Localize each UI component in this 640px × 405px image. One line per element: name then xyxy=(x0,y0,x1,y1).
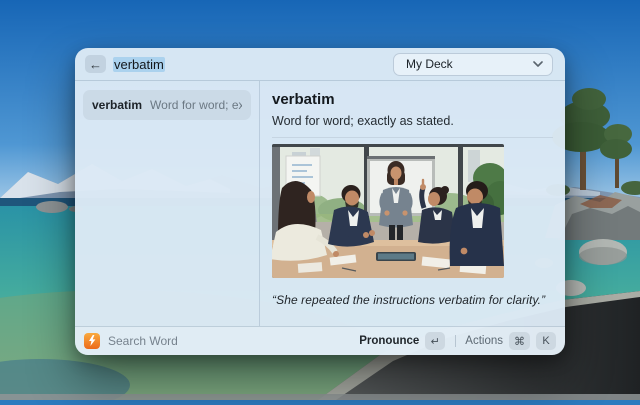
app-window: ← verbatim My Deck verbatim Word for wor… xyxy=(75,48,565,355)
search-input[interactable]: verbatim xyxy=(113,57,393,72)
illustration-photo xyxy=(272,144,504,278)
k-key: K xyxy=(536,332,556,350)
pronounce-label: Pronounce xyxy=(359,335,419,347)
command-key-icon: ⌘ xyxy=(509,332,530,350)
deck-dropdown-label: My Deck xyxy=(406,57,453,71)
actions-button[interactable]: Actions ⌘ K xyxy=(465,332,556,350)
results-list: verbatim Word for word; exactl... xyxy=(75,81,260,326)
window-main: verbatim Word for word; exactl... verbat… xyxy=(75,81,565,326)
detail-pane: verbatim Word for word; exactly as state… xyxy=(260,81,565,326)
deck-dropdown[interactable]: My Deck xyxy=(393,53,553,76)
lightning-bolt-icon xyxy=(87,335,97,347)
window-topbar: ← verbatim My Deck xyxy=(75,48,565,81)
word-title: verbatim xyxy=(272,91,553,108)
list-item-subtitle: Word for word; exactl... xyxy=(150,98,242,112)
meeting-scene-graphic xyxy=(272,144,504,278)
back-arrow-icon: ← xyxy=(89,57,102,72)
example-quote: “She repeated the instructions verbatim … xyxy=(272,293,553,307)
list-item-title: verbatim xyxy=(92,98,142,112)
search-text-selected: verbatim xyxy=(113,57,165,72)
window-footer: Search Word Pronounce ↵ Actions ⌘ K xyxy=(75,326,565,355)
back-button[interactable]: ← xyxy=(85,55,106,73)
detail-divider xyxy=(272,137,553,138)
word-definition: Word for word; exactly as stated. xyxy=(272,114,553,128)
actions-label: Actions xyxy=(465,335,503,347)
pronounce-action[interactable]: Pronounce ↵ xyxy=(359,332,445,350)
chevron-down-icon xyxy=(533,61,543,67)
app-lightning-icon xyxy=(84,333,100,349)
return-key-icon: ↵ xyxy=(425,332,445,350)
footer-separator xyxy=(455,335,456,347)
footer-context-label: Search Word xyxy=(108,334,359,348)
list-item-verbatim[interactable]: verbatim Word for word; exactl... xyxy=(83,90,251,120)
